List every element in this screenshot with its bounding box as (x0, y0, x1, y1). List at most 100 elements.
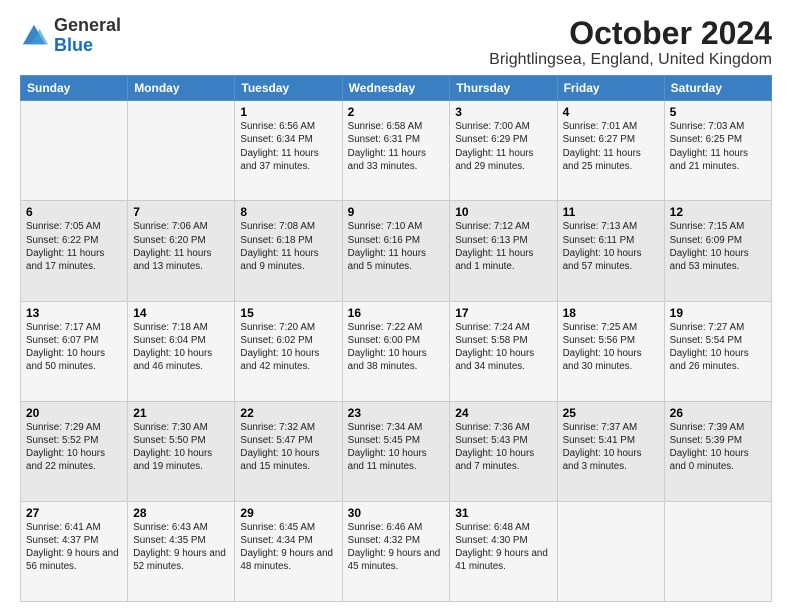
day-info: Sunrise: 6:56 AM Sunset: 6:34 PM Dayligh… (240, 120, 336, 173)
day-number: 1 (240, 105, 336, 119)
day-info: Sunrise: 7:27 AM Sunset: 5:54 PM Dayligh… (670, 321, 766, 374)
day-info: Sunrise: 7:30 AM Sunset: 5:50 PM Dayligh… (133, 421, 229, 474)
table-row: 19Sunrise: 7:27 AM Sunset: 5:54 PM Dayli… (664, 301, 771, 401)
header-tuesday: Tuesday (235, 76, 342, 101)
table-row: 8Sunrise: 7:08 AM Sunset: 6:18 PM Daylig… (235, 201, 342, 301)
day-info: Sunrise: 7:03 AM Sunset: 6:25 PM Dayligh… (670, 120, 766, 173)
day-info: Sunrise: 6:46 AM Sunset: 4:32 PM Dayligh… (348, 521, 445, 574)
day-number: 15 (240, 306, 336, 320)
header-wednesday: Wednesday (342, 76, 450, 101)
day-info: Sunrise: 7:22 AM Sunset: 6:00 PM Dayligh… (348, 321, 445, 374)
calendar-header: Sunday Monday Tuesday Wednesday Thursday… (21, 76, 772, 101)
table-row: 6Sunrise: 7:05 AM Sunset: 6:22 PM Daylig… (21, 201, 128, 301)
day-number: 19 (670, 306, 766, 320)
header-monday: Monday (128, 76, 235, 101)
day-info: Sunrise: 7:15 AM Sunset: 6:09 PM Dayligh… (670, 220, 766, 273)
table-row (557, 501, 664, 601)
table-row: 22Sunrise: 7:32 AM Sunset: 5:47 PM Dayli… (235, 401, 342, 501)
calendar-week-row: 6Sunrise: 7:05 AM Sunset: 6:22 PM Daylig… (21, 201, 772, 301)
day-number: 22 (240, 406, 336, 420)
day-number: 26 (670, 406, 766, 420)
day-info: Sunrise: 7:05 AM Sunset: 6:22 PM Dayligh… (26, 220, 122, 273)
table-row: 30Sunrise: 6:46 AM Sunset: 4:32 PM Dayli… (342, 501, 450, 601)
calendar-title: October 2024 (489, 16, 772, 51)
table-row: 29Sunrise: 6:45 AM Sunset: 4:34 PM Dayli… (235, 501, 342, 601)
table-row (21, 101, 128, 201)
day-info: Sunrise: 7:00 AM Sunset: 6:29 PM Dayligh… (455, 120, 551, 173)
table-row: 2Sunrise: 6:58 AM Sunset: 6:31 PM Daylig… (342, 101, 450, 201)
table-row: 14Sunrise: 7:18 AM Sunset: 6:04 PM Dayli… (128, 301, 235, 401)
day-number: 7 (133, 205, 229, 219)
day-number: 20 (26, 406, 122, 420)
day-number: 9 (348, 205, 445, 219)
table-row: 31Sunrise: 6:48 AM Sunset: 4:30 PM Dayli… (450, 501, 557, 601)
logo-general-text: General (54, 15, 121, 35)
table-row: 12Sunrise: 7:15 AM Sunset: 6:09 PM Dayli… (664, 201, 771, 301)
table-row (128, 101, 235, 201)
day-number: 14 (133, 306, 229, 320)
day-info: Sunrise: 7:20 AM Sunset: 6:02 PM Dayligh… (240, 321, 336, 374)
day-number: 8 (240, 205, 336, 219)
day-number: 6 (26, 205, 122, 219)
day-info: Sunrise: 6:43 AM Sunset: 4:35 PM Dayligh… (133, 521, 229, 574)
day-number: 11 (563, 205, 659, 219)
day-info: Sunrise: 7:06 AM Sunset: 6:20 PM Dayligh… (133, 220, 229, 273)
day-number: 30 (348, 506, 445, 520)
table-row: 5Sunrise: 7:03 AM Sunset: 6:25 PM Daylig… (664, 101, 771, 201)
page: General Blue October 2024 Brightlingsea,… (0, 0, 792, 612)
day-number: 27 (26, 506, 122, 520)
day-info: Sunrise: 7:32 AM Sunset: 5:47 PM Dayligh… (240, 421, 336, 474)
day-number: 4 (563, 105, 659, 119)
day-number: 16 (348, 306, 445, 320)
calendar-week-row: 1Sunrise: 6:56 AM Sunset: 6:34 PM Daylig… (21, 101, 772, 201)
day-info: Sunrise: 7:13 AM Sunset: 6:11 PM Dayligh… (563, 220, 659, 273)
table-row: 17Sunrise: 7:24 AM Sunset: 5:58 PM Dayli… (450, 301, 557, 401)
calendar-week-row: 20Sunrise: 7:29 AM Sunset: 5:52 PM Dayli… (21, 401, 772, 501)
table-row: 16Sunrise: 7:22 AM Sunset: 6:00 PM Dayli… (342, 301, 450, 401)
day-number: 28 (133, 506, 229, 520)
header: General Blue October 2024 Brightlingsea,… (20, 16, 772, 69)
day-info: Sunrise: 7:39 AM Sunset: 5:39 PM Dayligh… (670, 421, 766, 474)
logo: General Blue (20, 16, 121, 56)
day-info: Sunrise: 7:29 AM Sunset: 5:52 PM Dayligh… (26, 421, 122, 474)
calendar-body: 1Sunrise: 6:56 AM Sunset: 6:34 PM Daylig… (21, 101, 772, 602)
table-row: 4Sunrise: 7:01 AM Sunset: 6:27 PM Daylig… (557, 101, 664, 201)
table-row: 7Sunrise: 7:06 AM Sunset: 6:20 PM Daylig… (128, 201, 235, 301)
day-info: Sunrise: 6:45 AM Sunset: 4:34 PM Dayligh… (240, 521, 336, 574)
day-number: 31 (455, 506, 551, 520)
day-info: Sunrise: 7:17 AM Sunset: 6:07 PM Dayligh… (26, 321, 122, 374)
day-info: Sunrise: 7:08 AM Sunset: 6:18 PM Dayligh… (240, 220, 336, 273)
day-info: Sunrise: 7:34 AM Sunset: 5:45 PM Dayligh… (348, 421, 445, 474)
day-number: 12 (670, 205, 766, 219)
header-saturday: Saturday (664, 76, 771, 101)
header-sunday: Sunday (21, 76, 128, 101)
day-number: 18 (563, 306, 659, 320)
logo-blue-text: Blue (54, 35, 93, 55)
calendar-week-row: 27Sunrise: 6:41 AM Sunset: 4:37 PM Dayli… (21, 501, 772, 601)
calendar-table: Sunday Monday Tuesday Wednesday Thursday… (20, 75, 772, 602)
day-number: 3 (455, 105, 551, 119)
day-info: Sunrise: 7:01 AM Sunset: 6:27 PM Dayligh… (563, 120, 659, 173)
day-info: Sunrise: 7:10 AM Sunset: 6:16 PM Dayligh… (348, 220, 445, 273)
table-row: 21Sunrise: 7:30 AM Sunset: 5:50 PM Dayli… (128, 401, 235, 501)
table-row: 11Sunrise: 7:13 AM Sunset: 6:11 PM Dayli… (557, 201, 664, 301)
table-row (664, 501, 771, 601)
table-row: 13Sunrise: 7:17 AM Sunset: 6:07 PM Dayli… (21, 301, 128, 401)
header-friday: Friday (557, 76, 664, 101)
title-block: October 2024 Brightlingsea, England, Uni… (489, 16, 772, 69)
table-row: 3Sunrise: 7:00 AM Sunset: 6:29 PM Daylig… (450, 101, 557, 201)
day-info: Sunrise: 7:36 AM Sunset: 5:43 PM Dayligh… (455, 421, 551, 474)
table-row: 27Sunrise: 6:41 AM Sunset: 4:37 PM Dayli… (21, 501, 128, 601)
day-number: 10 (455, 205, 551, 219)
day-number: 17 (455, 306, 551, 320)
day-info: Sunrise: 7:25 AM Sunset: 5:56 PM Dayligh… (563, 321, 659, 374)
table-row: 15Sunrise: 7:20 AM Sunset: 6:02 PM Dayli… (235, 301, 342, 401)
day-number: 25 (563, 406, 659, 420)
day-info: Sunrise: 7:24 AM Sunset: 5:58 PM Dayligh… (455, 321, 551, 374)
day-info: Sunrise: 6:48 AM Sunset: 4:30 PM Dayligh… (455, 521, 551, 574)
day-info: Sunrise: 6:41 AM Sunset: 4:37 PM Dayligh… (26, 521, 122, 574)
day-number: 5 (670, 105, 766, 119)
table-row: 26Sunrise: 7:39 AM Sunset: 5:39 PM Dayli… (664, 401, 771, 501)
day-info: Sunrise: 7:37 AM Sunset: 5:41 PM Dayligh… (563, 421, 659, 474)
day-number: 21 (133, 406, 229, 420)
